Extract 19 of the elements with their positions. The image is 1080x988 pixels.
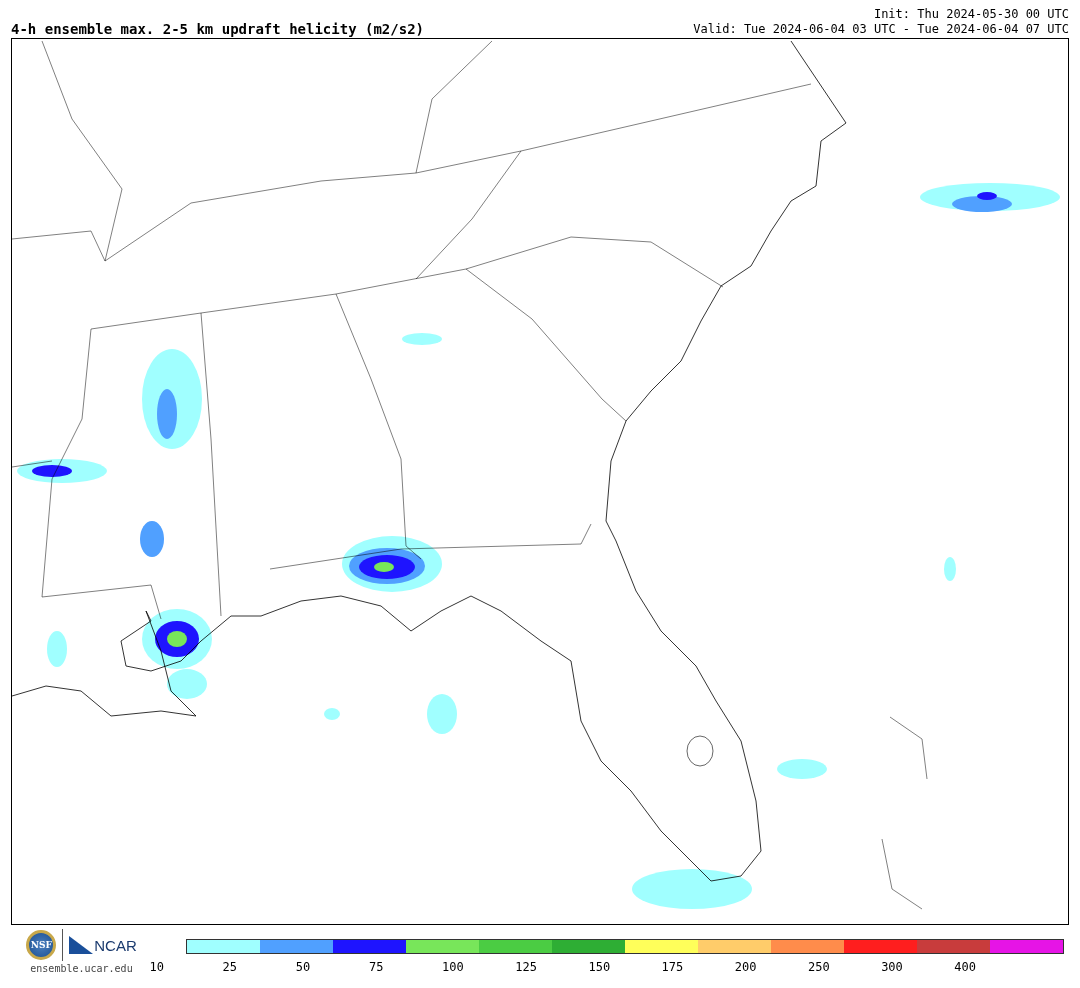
scale-label: 50 <box>295 960 312 974</box>
scale-label: 400 <box>954 960 977 974</box>
scale-label: 10 <box>149 960 165 974</box>
valid-time: Valid: Tue 2024-06-04 03 UTC - Tue 2024-06-04 07 UTC <box>693 22 1069 37</box>
scale-label: 150 <box>588 960 612 974</box>
scale-label: 125 <box>515 960 538 974</box>
website-url: ensemble.ucar.edu <box>30 963 133 974</box>
ncar-logo-text: NCAR <box>94 936 137 954</box>
scale-label: 300 <box>881 960 904 974</box>
scale-label: 250 <box>807 960 831 974</box>
ncar-logo-icon <box>69 936 94 954</box>
scale-label: 175 <box>661 960 685 974</box>
scale-label: 25 <box>222 960 239 974</box>
scale-label: 75 <box>368 960 385 974</box>
init-time: Init: Thu 2024-05-30 00 UTC <box>873 7 1069 22</box>
scale-label: 100 <box>442 960 465 974</box>
scale-label: 200 <box>734 960 758 974</box>
chart-title: 4-h ensemble max. 2-5 km updraft helicity (m2/s2) <box>11 21 424 37</box>
nsf-logo: NSF <box>26 930 57 960</box>
